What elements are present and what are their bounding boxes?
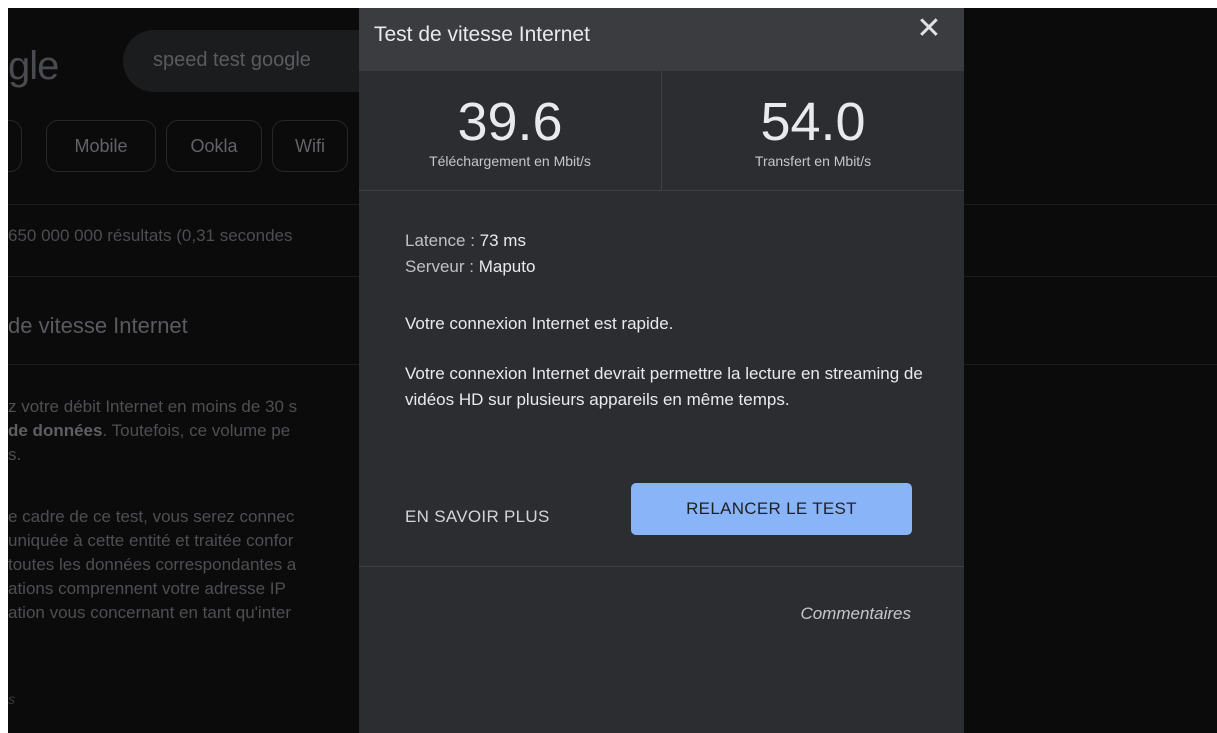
chip-mobile: Mobile (46, 120, 156, 172)
speed-description: Votre connexion Internet devrait permett… (405, 364, 923, 409)
dialog-divider (359, 566, 964, 567)
results-count: 650 000 000 résultats (0,31 secondes (8, 226, 293, 245)
speed-summary: Votre connexion Internet est rapide. (405, 314, 674, 333)
server-row: Serveur : Maputo (405, 254, 535, 280)
dialog-header: Test de vitesse Internet ✕ (359, 8, 964, 71)
background-footnote: s (8, 691, 15, 707)
download-value: 39.6 (457, 92, 563, 152)
search-query: speed test google (153, 49, 311, 71)
dialog-title: Test de vitesse Internet (374, 23, 590, 46)
upload-metric: 54.0 Transfert en Mbit/s (662, 71, 964, 190)
chip-wifi: Wifi (272, 120, 348, 172)
server-value: Maputo (478, 257, 536, 276)
close-icon[interactable]: ✕ (914, 14, 944, 44)
latency-row: Latence : 73 ms (405, 228, 535, 254)
connection-details: Latence : 73 ms Serveur : Maputo (405, 228, 535, 280)
speed-test-dialog: Test de vitesse Internet ✕ 39.6 Téléchar… (359, 8, 964, 733)
learn-more-button[interactable]: EN SAVOIR PLUS (405, 492, 550, 542)
rerun-test-button[interactable]: RELANCER LE TEST (631, 483, 912, 535)
background-paragraph-2: e cadre de ce test, vous serez connec un… (8, 507, 297, 622)
server-label: Serveur : (405, 257, 479, 276)
chip-ookla: Ookla (166, 120, 262, 172)
speedtest-heading: de vitesse Internet (8, 313, 188, 338)
upload-value: 54.0 (760, 92, 866, 152)
download-metric: 39.6 Téléchargement en Mbit/s (359, 71, 662, 190)
background-paragraph-1: z votre débit Internet en moins de 30 s … (8, 397, 298, 464)
google-logo: gle (8, 44, 59, 88)
feedback-link[interactable]: Commentaires (800, 604, 911, 624)
chip-partial (8, 120, 22, 172)
viewport: gle speed test google Mobile Ookla Wifi … (8, 8, 1217, 733)
download-label: Téléchargement en Mbit/s (429, 153, 591, 169)
latency-value: 73 ms (479, 231, 526, 250)
speed-metrics: 39.6 Téléchargement en Mbit/s 54.0 Trans… (359, 71, 964, 191)
latency-label: Latence : (405, 231, 480, 250)
upload-label: Transfert en Mbit/s (754, 153, 872, 169)
